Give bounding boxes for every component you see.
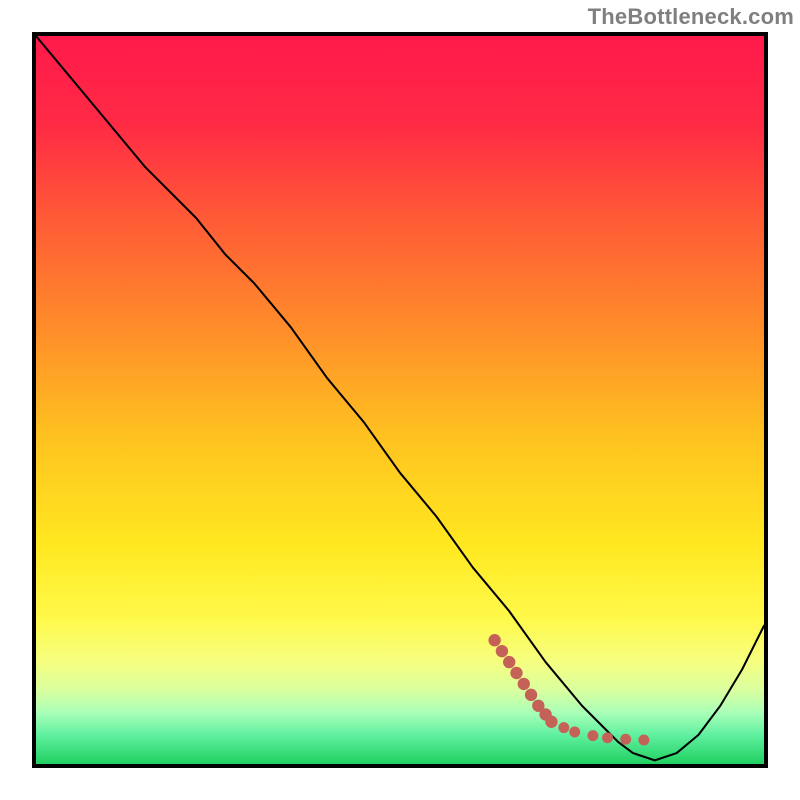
marker-dot: [488, 634, 500, 646]
marker-dot: [545, 716, 557, 728]
marker-dot: [558, 722, 569, 733]
marker-dot: [587, 730, 598, 741]
marker-dot: [602, 732, 613, 743]
marker-dot: [503, 656, 515, 668]
plot-area: [36, 36, 764, 764]
marker-dot: [569, 727, 580, 738]
marker-dot: [620, 734, 631, 745]
attribution-text: TheBottleneck.com: [588, 4, 794, 30]
series-layer: [36, 36, 764, 764]
plot-frame: [32, 32, 768, 768]
marker-dot: [518, 678, 530, 690]
marker-dot: [525, 689, 537, 701]
main-curve: [36, 36, 764, 760]
marker-dot: [496, 645, 508, 657]
marker-dot: [638, 735, 649, 746]
marker-dot: [510, 667, 522, 679]
chart-root: TheBottleneck.com: [0, 0, 800, 800]
